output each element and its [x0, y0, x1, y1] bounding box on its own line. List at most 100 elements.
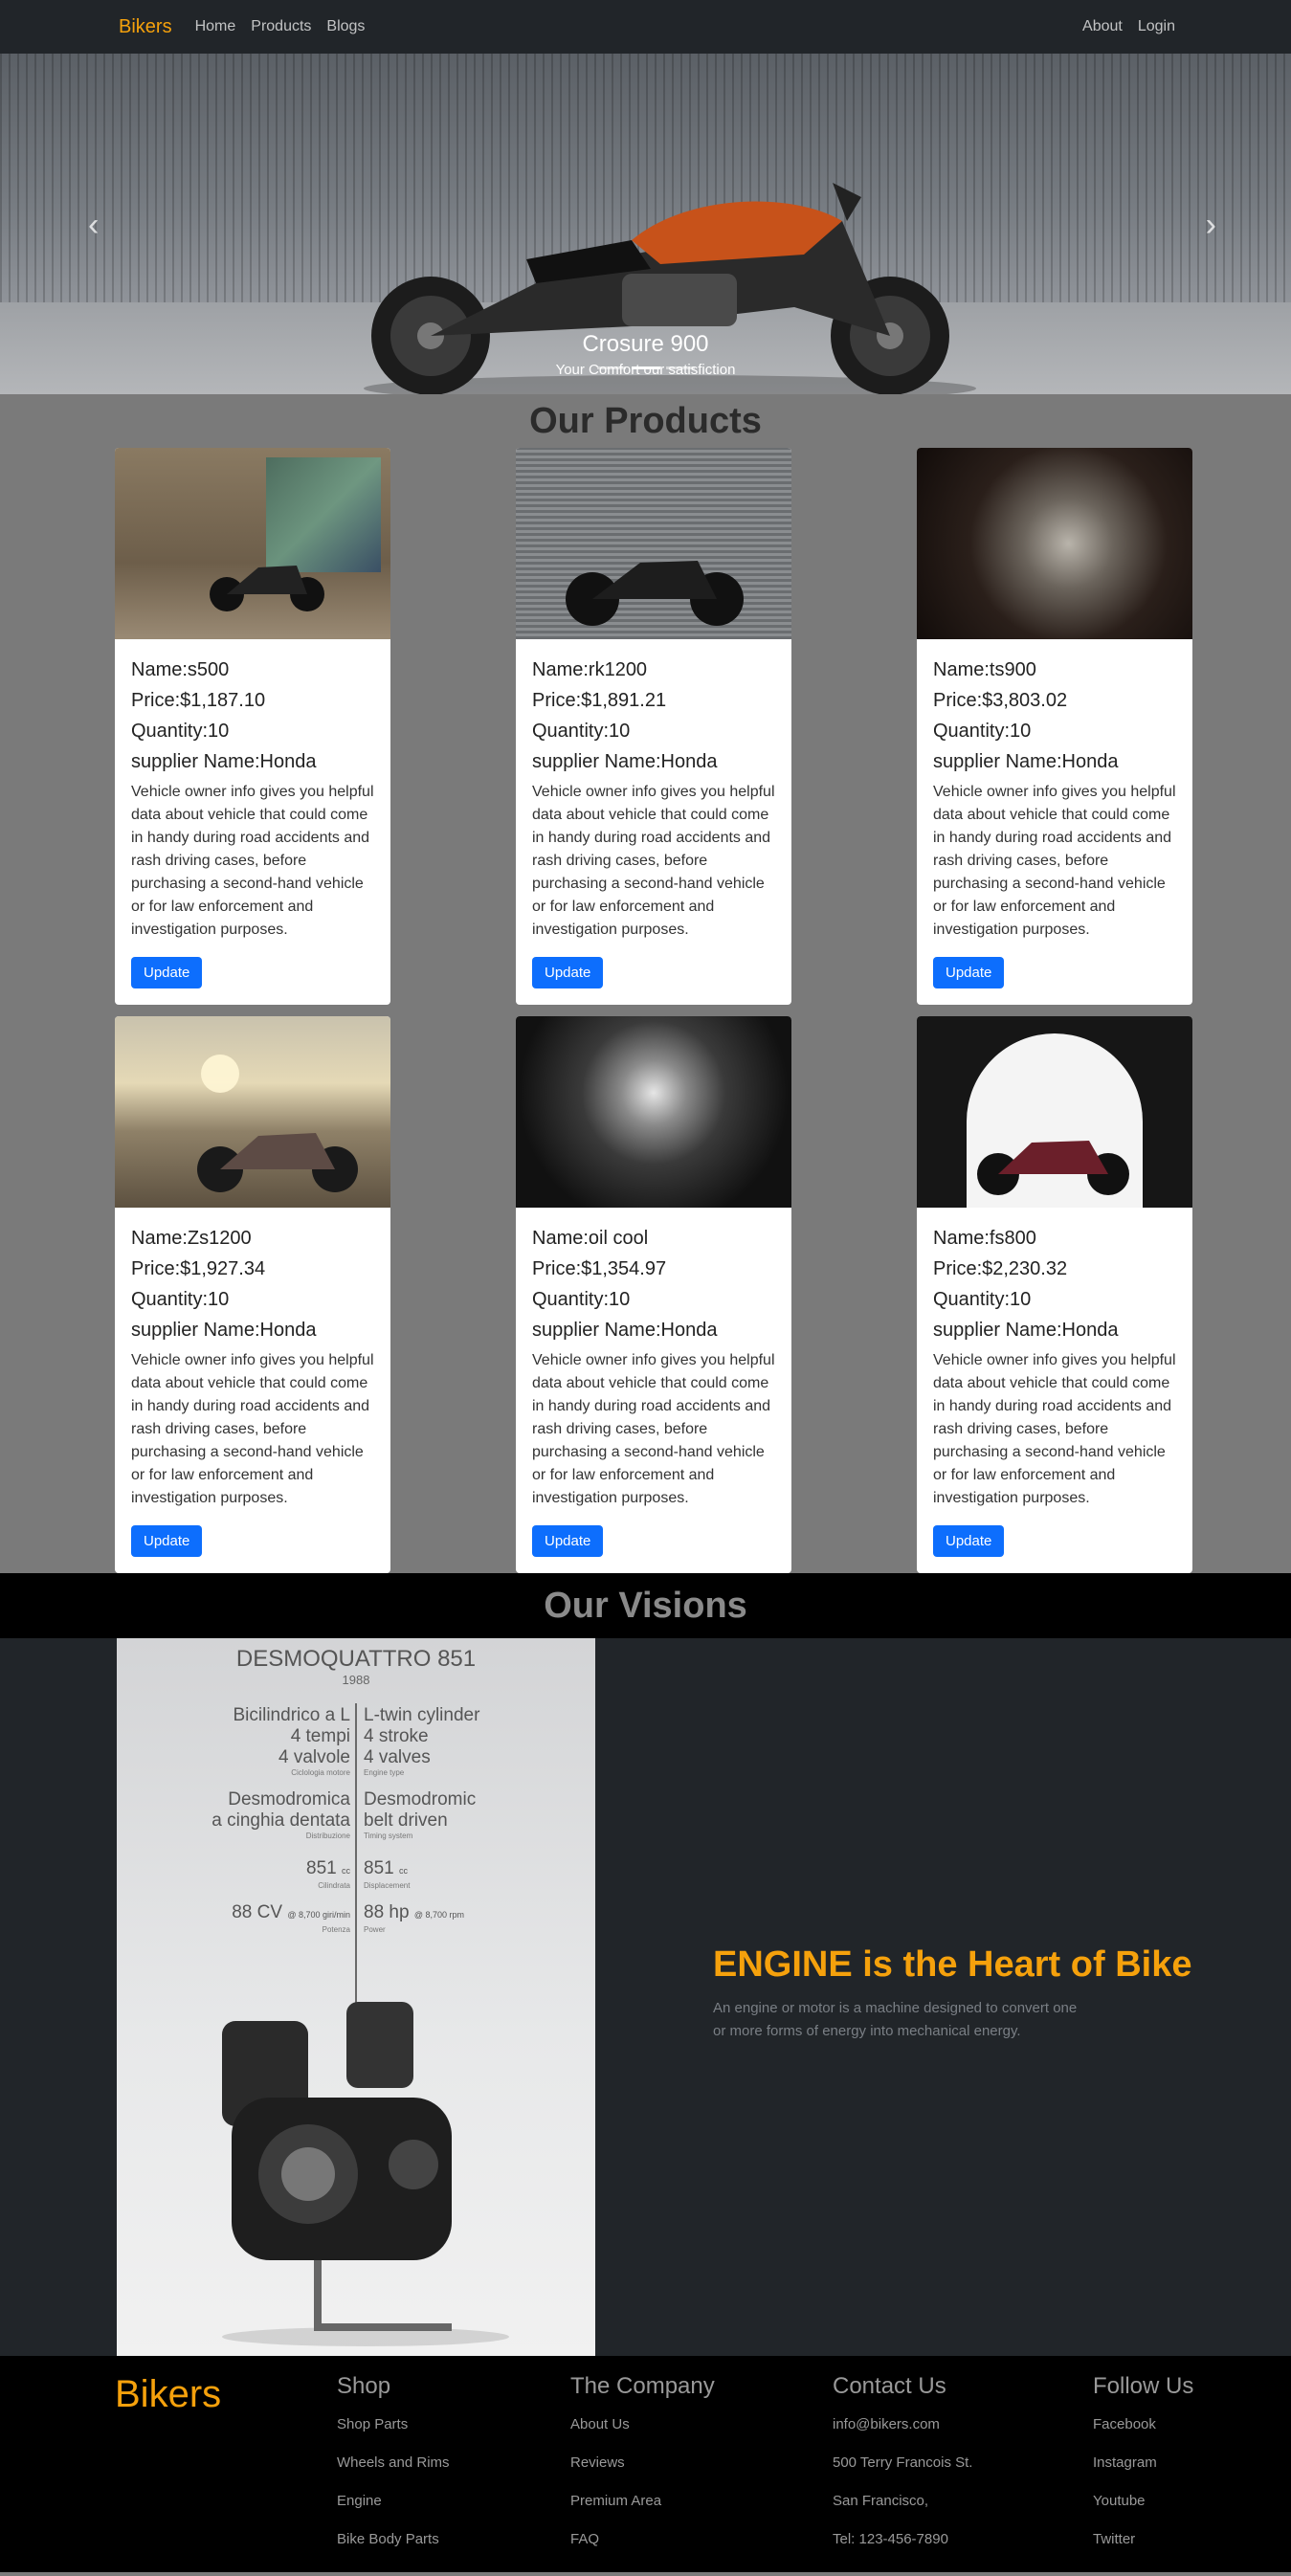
poster-text: 4 stroke [364, 1726, 429, 1746]
product-price: Price:$1,187.10 [131, 690, 266, 711]
product-price: Price:$3,803.02 [933, 690, 1068, 711]
product-card: Name:ts900 Price:$3,803.02 Quantity:10 s… [917, 448, 1192, 1005]
product-name: Name:s500 [131, 659, 230, 680]
product-image [917, 448, 1192, 639]
product-price: Price:$2,230.32 [933, 1258, 1068, 1279]
product-card: Name:Zs1200 Price:$1,927.34 Quantity:10 … [115, 1016, 390, 1573]
footer-link[interactable]: Wheels and Rims [337, 2444, 570, 2482]
footer-link-facebook[interactable]: Facebook [1093, 2406, 1246, 2444]
product-name: Name:rk1200 [532, 659, 648, 680]
poster-text: 851 [364, 1858, 394, 1878]
footer-link[interactable]: Shop Parts [337, 2406, 570, 2444]
carousel-next-chevron-right-icon[interactable]: › [1206, 207, 1216, 244]
carousel-caption-title: Crosure 900 [582, 331, 709, 357]
product-card-body: Name:rk1200 Price:$1,891.21 Quantity:10 … [516, 639, 791, 1004]
poster-text: Potenza [322, 1925, 350, 1934]
footer-link[interactable]: FAQ [570, 2520, 833, 2559]
product-description: Vehicle owner info gives you helpful dat… [532, 784, 775, 938]
poster-text: 88 hp [364, 1902, 410, 1922]
product-card: Name:s500 Price:$1,187.10 Quantity:10 su… [115, 448, 390, 1005]
footer-brand[interactable]: Bikers [115, 2373, 337, 2572]
product-card-body: Name:fs800 Price:$2,230.32 Quantity:10 s… [917, 1208, 1192, 1572]
poster-text: Displacement [364, 1881, 411, 1890]
footer: Bikers Shop Shop Parts Wheels and Rims E… [0, 2356, 1291, 2572]
product-quantity: Quantity:10 [532, 721, 631, 742]
footer-column-title: The Company [570, 2373, 715, 2399]
product-name: Name:Zs1200 [131, 1228, 252, 1249]
products-title: Our Products [529, 401, 762, 441]
visions-text: ENGINE is the Heart of Bike An engine or… [713, 1944, 1211, 2043]
product-name: Name:ts900 [933, 659, 1036, 680]
poster-text: a cinghia dentata [211, 1810, 350, 1831]
product-image [115, 448, 390, 639]
footer-link[interactable]: Bike Body Parts [337, 2520, 570, 2559]
carousel-indicator-1[interactable] [596, 366, 626, 369]
nav-link-home[interactable]: Home [195, 18, 236, 35]
poster-text: Bicilindrico a L [233, 1705, 351, 1725]
nav-link-login[interactable]: Login [1138, 18, 1175, 35]
poster-text: Timing system [364, 1832, 413, 1840]
poster-right-column: L-twin cylinder 4 stroke 4 valves Engine… [364, 1705, 479, 1935]
product-supplier: supplier Name:Honda [532, 1320, 718, 1341]
nav-right: About Login [1067, 18, 1175, 35]
update-button[interactable]: Update [131, 957, 203, 988]
footer-link-twitter[interactable]: Twitter [1093, 2520, 1246, 2559]
poster-text: 88 CV [232, 1902, 283, 1922]
poster-text: 4 valves [364, 1747, 431, 1767]
product-quantity: Quantity:10 [131, 721, 230, 742]
product-price: Price:$1,891.21 [532, 690, 667, 711]
poster-text: Engine type [364, 1768, 405, 1777]
footer-link-youtube[interactable]: Youtube [1093, 2482, 1246, 2520]
footer-text: 500 Terry Francois St. [833, 2454, 973, 2471]
poster-divider [355, 1703, 357, 2019]
product-description: Vehicle owner info gives you helpful dat… [532, 1352, 775, 1506]
brand-logo[interactable]: Bikers [119, 16, 172, 38]
nav-link-about[interactable]: About [1082, 18, 1123, 35]
product-supplier: supplier Name:Honda [131, 1320, 317, 1341]
poster-year: 1988 [342, 1673, 370, 1687]
footer-column-title: Follow Us [1093, 2373, 1194, 2399]
update-button[interactable]: Update [933, 1525, 1005, 1557]
hero-carousel: ‹ › Crosure 900 Your Comfort our satisfi… [0, 54, 1291, 394]
update-button[interactable]: Update [532, 1525, 604, 1557]
visions-title: Our Visions [0, 1573, 1291, 1638]
poster-text: belt driven [364, 1810, 448, 1831]
poster-text: L-twin cylinder [364, 1705, 480, 1725]
carousel-indicator-3[interactable] [665, 366, 695, 369]
poster-text: cc [398, 1866, 408, 1876]
product-description: Vehicle owner info gives you helpful dat… [131, 1352, 374, 1506]
poster-text: @ 8,700 rpm [413, 1910, 464, 1920]
product-quantity: Quantity:10 [532, 1289, 631, 1310]
engine-graphic [222, 2002, 509, 2346]
footer-column-title: Shop [337, 2373, 391, 2399]
nav-link-products[interactable]: Products [251, 18, 311, 35]
footer-link[interactable]: Reviews [570, 2444, 833, 2482]
product-quantity: Quantity:10 [933, 721, 1032, 742]
product-card: Name:rk1200 Price:$1,891.21 Quantity:10 … [516, 448, 791, 1005]
product-image [917, 1016, 1192, 1208]
carousel-prev-chevron-left-icon[interactable]: ‹ [88, 207, 99, 244]
footer-link-instagram[interactable]: Instagram [1093, 2444, 1246, 2482]
product-description: Vehicle owner info gives you helpful dat… [933, 1352, 1176, 1506]
navbar: Bikers Home Products Blogs About Login [0, 0, 1291, 54]
update-button[interactable]: Update [933, 957, 1005, 988]
carousel-caption-text: Your Comfort our satisfiction [555, 362, 736, 378]
footer-link[interactable]: Engine [337, 2482, 570, 2520]
footer-link[interactable]: About Us [570, 2406, 833, 2444]
footer-link[interactable]: Premium Area [570, 2482, 833, 2520]
product-supplier: supplier Name:Honda [131, 751, 317, 772]
product-supplier: supplier Name:Honda [933, 1320, 1119, 1341]
carousel-indicators [0, 366, 1291, 369]
poster-text: 4 tempi [290, 1726, 350, 1746]
carousel-indicator-2[interactable] [631, 366, 660, 369]
footer-column-company: The Company About Us Reviews Premium Are… [570, 2373, 833, 2572]
poster-title: DESMOQUATTRO 851 [235, 1646, 477, 1672]
poster-text: Desmodromica [228, 1789, 350, 1810]
update-button[interactable]: Update [532, 957, 604, 988]
visions-heading: ENGINE is the Heart of Bike [713, 1944, 1192, 1985]
nav-link-blogs[interactable]: Blogs [326, 18, 365, 35]
product-supplier: supplier Name:Honda [532, 751, 718, 772]
footer-link[interactable]: info@bikers.com [833, 2406, 1093, 2444]
update-button[interactable]: Update [131, 1525, 203, 1557]
poster-text: Cilindrata [318, 1881, 350, 1890]
